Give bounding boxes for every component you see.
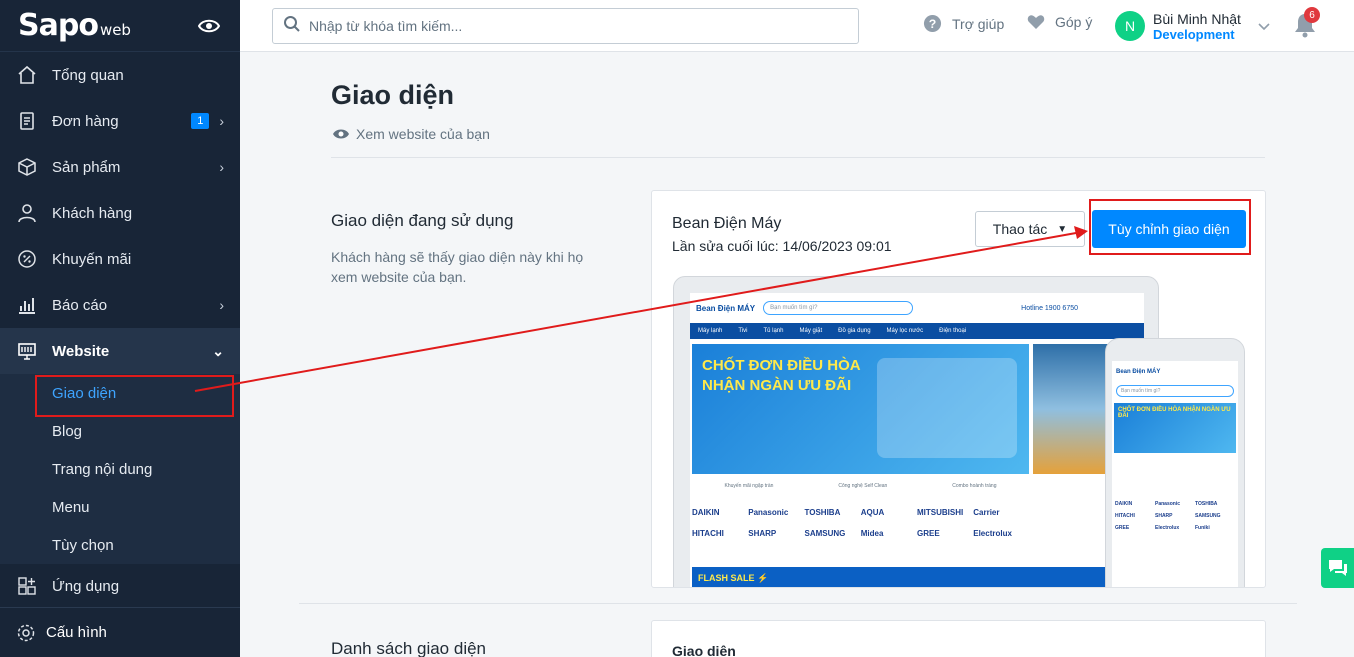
sidebar-nav: Tổng quan Đơn hàng 1 › Sản phẩm › Khách …	[0, 52, 240, 374]
sidebar-item-apps[interactable]: Ứng dụng	[0, 564, 240, 608]
subnav-item-pages[interactable]: Trang nội dung	[0, 450, 240, 488]
preview-brand-grid: DAIKIN Panasonic TOSHIBA AQUA MITSUBISHI Carr…	[692, 508, 1012, 538]
feedback-link[interactable]: Góp ý	[1027, 14, 1092, 30]
top-header: ? Trợ giúp Góp ý N Bùi Minh Nhật Develop…	[240, 0, 1354, 52]
mobile-preview-screen: Bean Điện MÁY Bạn muốn tìm gì? CHỐT ĐƠN …	[1112, 361, 1238, 587]
sidebar-item-promotions[interactable]: Khuyến mãi	[0, 236, 240, 282]
chart-icon	[16, 294, 38, 316]
caret-down-icon: ▼	[1057, 223, 1068, 235]
preview-phone-logo: Bean Điện MÁY	[1116, 369, 1161, 375]
preview-hero-banner: CHỐT ĐƠN ĐIỀU HÒA NHẬN NGÀN ƯU ĐÃI	[692, 344, 1029, 474]
help-link[interactable]: ? Trợ giúp	[923, 14, 1004, 33]
subnav-item-menu[interactable]: Menu	[0, 488, 240, 526]
logo-bar: Sapo web	[0, 0, 240, 52]
highlight-box-themes	[35, 375, 234, 417]
actions-dropdown-button[interactable]: Thao tác ▼	[975, 211, 1085, 247]
apps-icon	[16, 575, 38, 597]
sidebar-item-reports[interactable]: Báo cáo ›	[0, 282, 240, 328]
subnav-item-options[interactable]: Tùy chọn	[0, 526, 240, 564]
preview-hero-text: CHỐT ĐƠN ĐIỀU HÒA NHẬN NGÀN ƯU ĐÃI	[702, 357, 861, 394]
theme-name: Bean Điện Máy	[672, 215, 782, 232]
orders-badge: 1	[191, 113, 210, 129]
eye-icon	[333, 129, 349, 139]
search-box[interactable]	[272, 8, 859, 44]
current-theme-heading: Giao diện đang sử dụng	[331, 211, 514, 230]
preview-hotline: Hotline 1900 6750	[1021, 304, 1078, 312]
sidebar-item-label: Báo cáo	[52, 296, 108, 314]
sidebar-item-label: Khuyến mãi	[52, 250, 132, 268]
desktop-preview-screen: Bean Điện MÁY Bạn muốn tìm gì? Hotline 1…	[690, 293, 1144, 587]
preview-phone-search: Bạn muốn tìm gì?	[1116, 385, 1234, 397]
sidebar-item-products[interactable]: Sản phẩm ›	[0, 144, 240, 190]
sidebar-item-label: Khách hàng	[52, 204, 133, 222]
theme-list-card-title: Giao diện	[672, 643, 736, 657]
chat-icon	[1328, 560, 1347, 576]
divider	[299, 603, 1297, 604]
chevron-down-icon[interactable]	[1258, 18, 1270, 36]
monitor-icon	[16, 340, 38, 362]
heart-icon	[1027, 14, 1045, 30]
sidebar: Sapo web Tổng quan Đơn hàng 1 › Sản phẩm …	[0, 0, 240, 657]
preview-phone-brands: DAIKIN Panasonic TOSHIBA HITACHI SHARP SAMSU…	[1115, 501, 1221, 531]
chevron-right-icon: ›	[219, 159, 224, 175]
chat-button[interactable]	[1321, 548, 1354, 588]
theme-list-heading: Danh sách giao diện	[331, 639, 487, 657]
user-menu[interactable]: Bùi Minh Nhật Development	[1153, 11, 1241, 42]
sidebar-item-label: Sản phẩm	[52, 158, 121, 176]
question-icon: ?	[923, 14, 942, 33]
sidebar-item-orders[interactable]: Đơn hàng 1 ›	[0, 98, 240, 144]
preview-promo-panel	[877, 358, 1017, 458]
sidebar-item-label: Tổng quan	[52, 66, 124, 84]
search-input[interactable]	[309, 18, 829, 34]
percent-icon	[16, 248, 38, 270]
preview-phone-hero: CHỐT ĐƠN ĐIỀU HÒA NHẬN NGÀN ƯU ĐÃI	[1114, 403, 1236, 453]
subnav-item-blog[interactable]: Blog	[0, 412, 240, 450]
box-icon	[16, 156, 38, 178]
sidebar-item-label: Ứng dụng	[52, 577, 120, 595]
current-theme-description: Khách hàng sẽ thấy giao diện này khi họ …	[331, 249, 584, 285]
view-website-link[interactable]: Xem website của bạn	[332, 126, 490, 142]
preview-site-search: Bạn muốn tìm gì?	[763, 301, 914, 315]
divider	[331, 157, 1265, 158]
preview-site-logo: Bean Điện MÁY	[696, 303, 756, 313]
user-name: Bùi Minh Nhật	[1153, 11, 1241, 27]
user-role: Development	[1153, 27, 1235, 42]
chevron-down-icon: ⌄	[212, 342, 224, 359]
page-title: Giao diện	[331, 80, 455, 110]
avatar[interactable]: N	[1115, 11, 1145, 41]
home-icon	[16, 64, 38, 86]
desktop-preview: Bean Điện MÁY Bạn muốn tìm gì? Hotline 1…	[673, 276, 1159, 587]
chevron-right-icon: ›	[219, 297, 224, 313]
svg-text:?: ?	[929, 17, 937, 31]
sidebar-item-overview[interactable]: Tổng quan	[0, 52, 240, 98]
notification-badge: 6	[1304, 7, 1320, 23]
gear-icon	[16, 623, 36, 643]
theme-list-card: Giao diện	[651, 620, 1266, 657]
highlight-box-customize	[1089, 199, 1251, 255]
search-icon	[283, 15, 301, 38]
sidebar-item-label: Website	[52, 342, 110, 360]
theme-last-modified: Lần sửa cuối lúc: 14/06/2023 09:01	[672, 238, 892, 254]
preview-sub-row: Khuyến mãi ngập tràn Công nghệ Self Clea…	[724, 483, 997, 489]
mobile-preview: Bean Điện MÁY Bạn muốn tìm gì? CHỐT ĐƠN …	[1105, 338, 1245, 587]
sapo-logo[interactable]: Sapo web	[18, 8, 131, 43]
sidebar-item-customers[interactable]: Khách hàng	[0, 190, 240, 236]
preview-site-nav: Máy lạnh Tivi Tủ lạnh Máy giặt Đồ gia dụ…	[690, 323, 1144, 339]
sidebar-item-website[interactable]: Website ⌄	[0, 328, 240, 374]
sidebar-item-label: Đơn hàng	[52, 112, 119, 130]
preview-flash-sale: FLASH SALE ⚡	[692, 567, 1112, 587]
sidebar-item-label: Cấu hình	[46, 624, 107, 641]
preview-site-header: Bean Điện MÁY Bạn muốn tìm gì? Hotline 1…	[690, 293, 1144, 323]
eye-icon[interactable]	[196, 13, 222, 39]
sidebar-item-settings[interactable]: Cấu hình	[0, 607, 240, 657]
chevron-right-icon: ›	[219, 113, 224, 129]
orders-icon	[16, 110, 38, 132]
user-icon	[16, 202, 38, 224]
